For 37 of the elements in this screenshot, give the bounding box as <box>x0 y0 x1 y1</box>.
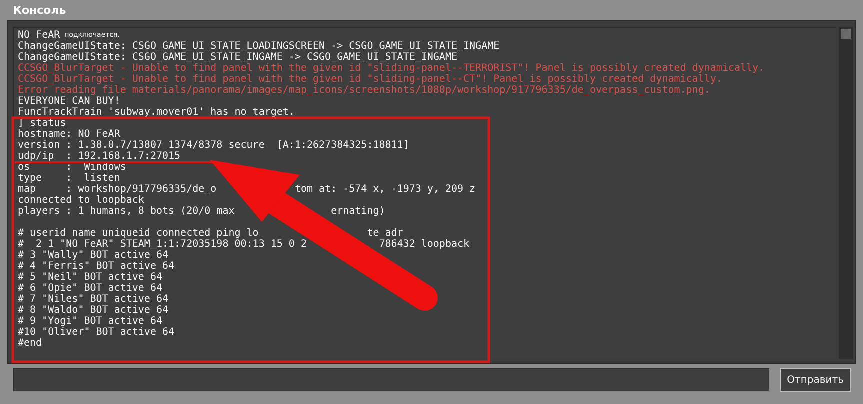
console-line: # 4 "Ferris" BOT active 64 <box>18 261 175 272</box>
console-line: Error reading file materials/panorama/images/map_icons/screenshots/1080p/workshop/917796335/de_overpass_custom.png. <box>18 85 710 96</box>
console-line: ChangeGameUIState: CSGO_GAME_UI_STATE_INGAME -> CSGO_GAME_UI_STATE_INGAME <box>18 52 458 63</box>
scrollbar[interactable] <box>839 27 853 359</box>
console-line: CCSGO_BlurTarget - Unable to find panel with the given id "sliding-panel--CT"! Panel is possibly created dynamically. <box>18 74 722 85</box>
console-line: # 5 "Neil" BOT active 64 <box>18 272 162 283</box>
console-line: # 8 "Waldo" BOT active 64 <box>18 305 169 316</box>
send-button[interactable]: Отправить <box>780 368 851 392</box>
console-line: type : listen <box>18 173 120 184</box>
console-text: NO FeAR <box>18 30 60 41</box>
command-input-field[interactable] <box>13 368 770 392</box>
console-text: ernating) <box>331 206 386 217</box>
console-line: connected to loopback <box>18 195 144 206</box>
console-text: 786432 loopback <box>379 239 470 250</box>
console-line: udp/ip : 192.168.1.7:27015 <box>18 151 181 162</box>
console-line: ChangeGameUIState: CSGO_GAME_UI_STATE_LOADINGSCREEN -> CSGO_GAME_UI_STATE_INGAME <box>18 41 500 52</box>
console-text: players : 1 humans, 8 bots (20/0 max <box>18 206 235 217</box>
console-line: EVERYONE CAN BUY! <box>18 96 120 107</box>
console-line: #end <box>18 338 42 349</box>
console-text: map : workshop/917796335/de_o <box>18 184 217 195</box>
console-line: CCSGO_BlurTarget - Unable to find panel with the given id "sliding-panel--TERRORIST"! Panel is possibly created dynamically. <box>18 63 765 74</box>
console-text: # 2 1 "NO FeAR" STEAM_1:1:72035198 00:13 <box>18 239 265 250</box>
console-line: hostname: NO FeAR <box>18 129 120 140</box>
console-line: # 6 "Opie" BOT active 64 <box>18 283 162 294</box>
console-text: te adr <box>367 228 404 239</box>
scroll-thumb[interactable] <box>841 29 851 39</box>
console-line: #10 "Oliver" BOT active 64 <box>18 327 175 338</box>
console-text: # userid name uniqueid connected ping lo <box>18 228 259 239</box>
console-text: tom at: -574 x, -1973 y, 209 z <box>294 184 476 195</box>
console-text: 15 0 2 <box>270 239 307 250</box>
window-title: Консоль <box>13 4 66 16</box>
console-line: # 7 "Niles" BOT active 64 <box>18 294 169 305</box>
console-line: os : Windows <box>18 162 126 173</box>
console-line: # 9 "Yogi" BOT active 64 <box>18 316 162 327</box>
console-line: FuncTrackTrain 'subway.mover01' has no target. <box>18 107 295 118</box>
console-line: version : 1.38.0.7/13807 1374/8378 secure [A:1:2627384325:18811] <box>18 140 410 151</box>
console-line: # 3 "Wally" BOT active 64 <box>18 250 169 261</box>
